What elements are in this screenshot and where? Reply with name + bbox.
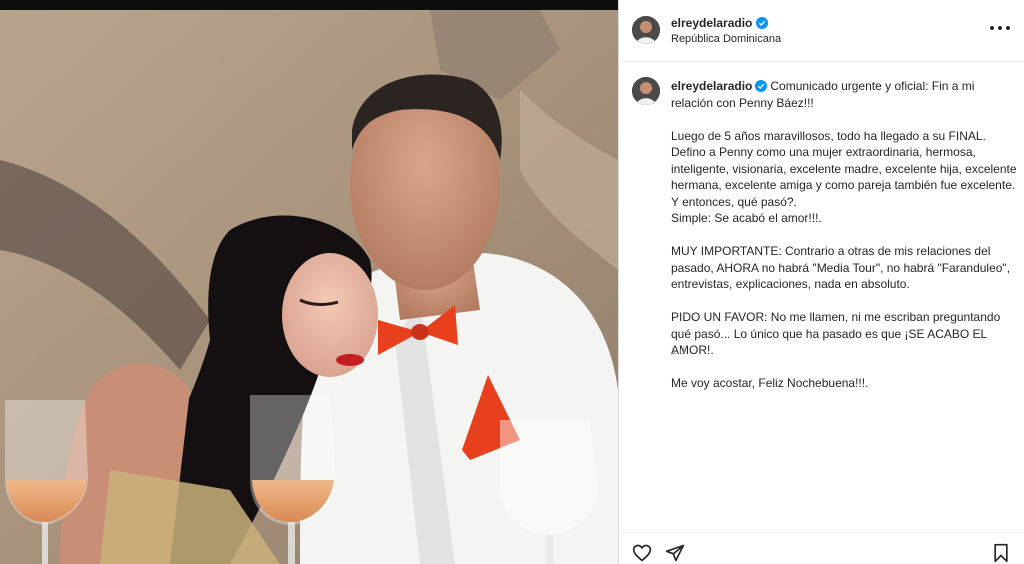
username-link[interactable]: elreydelaradio: [671, 16, 752, 30]
paper-plane-icon[interactable]: [665, 543, 685, 563]
more-options-icon[interactable]: [990, 20, 1010, 36]
post-caption: elreydelaradio Comunicado urgente y ofici…: [671, 78, 1017, 392]
photo-illustration: [0, 10, 618, 564]
heart-icon[interactable]: [632, 543, 652, 563]
verified-badge-icon: [756, 17, 769, 29]
header-user: elreydelaradio: [671, 16, 769, 30]
post-timestamp[interactable]: 1 d: [671, 346, 685, 357]
avatar-image: [632, 16, 660, 44]
avatar[interactable]: [632, 16, 660, 44]
post-details-panel: elreydelaradio República Dominicana elre…: [618, 0, 1024, 564]
post-photo[interactable]: [0, 0, 618, 564]
photo-top-bar: [0, 0, 618, 10]
location-link[interactable]: República Dominicana: [671, 33, 781, 45]
caption-area: elreydelaradio Comunicado urgente y ofici…: [619, 62, 1024, 532]
verified-badge-icon: [755, 80, 768, 92]
avatar-image: [632, 77, 660, 105]
post-header: elreydelaradio República Dominicana: [619, 0, 1024, 62]
caption-avatar[interactable]: [632, 77, 660, 105]
action-bar: [619, 532, 1024, 564]
caption-username-link[interactable]: elreydelaradio: [671, 79, 752, 93]
bookmark-icon[interactable]: [991, 543, 1011, 563]
caption-text: Luego de 5 años maravillosos, todo ha ll…: [671, 128, 1017, 391]
